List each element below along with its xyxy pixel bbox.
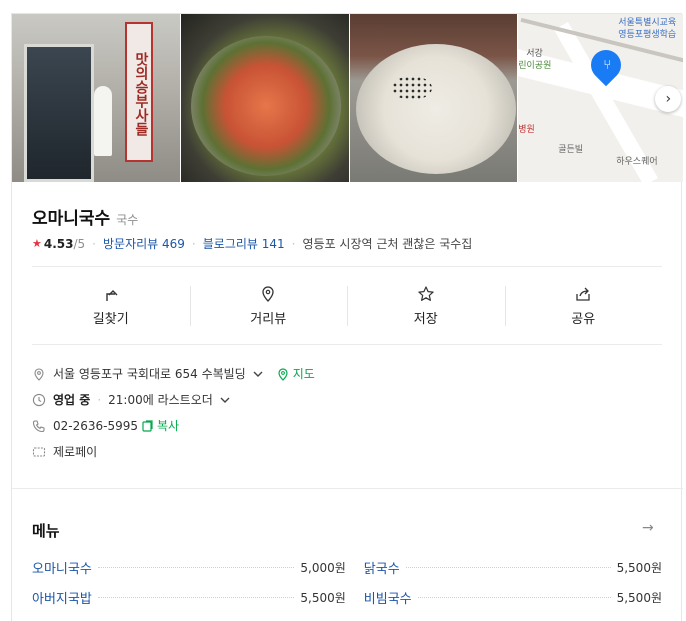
share-icon bbox=[576, 287, 590, 301]
menu-row: 아버지국밥 5,500원 비빔국수 5,500원 bbox=[32, 582, 662, 612]
photo-storefront[interactable]: 맛의승부사들 bbox=[12, 14, 180, 182]
separator-dot: · bbox=[191, 236, 196, 251]
clock-icon bbox=[32, 393, 46, 406]
menu-item-name[interactable]: 비빔국수 bbox=[364, 588, 412, 607]
divider bbox=[32, 344, 662, 345]
separator-dot: · bbox=[92, 236, 96, 251]
menu-item-price: 5,500원 bbox=[300, 590, 346, 605]
map-link[interactable]: 지도 bbox=[293, 365, 315, 382]
menu-list: 오마니국수 5,000원 닭국수 5,500원 아버지국밥 5,500원 비빔국… bbox=[32, 552, 662, 612]
phone-number[interactable]: 02-2636-5995 bbox=[53, 419, 138, 433]
map-label: 하우스퀘어 bbox=[616, 157, 658, 167]
photo-strip: 맛의승부사들 서울특별시교육 영등포평생학습 서강 린이공원 병원 골든빌 하우… bbox=[12, 14, 683, 182]
menu-item-price: 5,500원 bbox=[616, 590, 662, 605]
action-bar: 길찾기 거리뷰 저장 공유 bbox=[32, 282, 662, 327]
address-text[interactable]: 서울 영등포구 국회대로 654 수복빌딩 bbox=[53, 365, 246, 382]
location-icon bbox=[34, 367, 44, 381]
map-pin-icon bbox=[278, 367, 288, 381]
directions-label: 길찾기 bbox=[92, 312, 129, 327]
visitor-reviews-link[interactable]: 방문자리뷰 469 bbox=[103, 235, 185, 252]
place-description: 영등포 시장역 근처 괜찮은 국수집 bbox=[302, 237, 473, 251]
menu-title: 메뉴 bbox=[32, 522, 60, 540]
menu-item[interactable]: 비빔국수 5,500원 bbox=[364, 588, 662, 607]
photo-map-thumbnail[interactable]: 서울특별시교육 영등포평생학습 서강 린이공원 병원 골든빌 하우스퀘어 ⑂ › bbox=[518, 14, 683, 182]
streetview-icon bbox=[262, 286, 274, 302]
leader-line bbox=[97, 566, 295, 568]
blog-reviews-link[interactable]: 블로그리뷰 141 bbox=[203, 235, 285, 252]
star-icon: ★ bbox=[32, 237, 42, 250]
sesame-seeds bbox=[391, 76, 432, 100]
copy-button[interactable]: 복사 bbox=[157, 417, 179, 434]
divider bbox=[32, 266, 662, 267]
menu-item[interactable]: 닭국수 5,500원 bbox=[364, 558, 662, 577]
menu-item-price: 5,000원 bbox=[300, 560, 346, 575]
menu-item-name[interactable]: 오마니국수 bbox=[32, 558, 92, 577]
soup-bowl bbox=[355, 44, 516, 174]
directions-icon bbox=[106, 290, 118, 301]
chevron-down-icon[interactable] bbox=[251, 367, 265, 381]
arrow-right-icon[interactable]: → bbox=[642, 520, 654, 536]
photo-soup-bowl[interactable] bbox=[349, 14, 518, 182]
section-divider bbox=[12, 488, 683, 489]
menu-row: 오마니국수 5,000원 닭국수 5,500원 bbox=[32, 552, 662, 582]
phone-icon bbox=[32, 419, 45, 432]
storefront-figure bbox=[94, 86, 112, 156]
open-status: 영업 중 bbox=[53, 393, 91, 407]
payment-text: 제로페이 bbox=[53, 445, 98, 459]
hours-row: 영업 중 · 21:00에 라스트오더 bbox=[32, 391, 239, 408]
menu-item-price: 5,500원 bbox=[616, 560, 662, 575]
share-label: 공유 bbox=[571, 312, 596, 327]
save-button[interactable]: 저장 bbox=[347, 282, 505, 327]
leader-line bbox=[97, 596, 295, 598]
banner-text: 맛의승부사들 bbox=[133, 52, 149, 136]
star-icon bbox=[418, 286, 434, 301]
storefront-door bbox=[24, 44, 94, 182]
menu-item-name[interactable]: 닭국수 bbox=[364, 558, 400, 577]
menu-item[interactable]: 아버지국밥 5,500원 bbox=[32, 588, 346, 607]
copy-icon[interactable] bbox=[141, 419, 155, 433]
map-label: 영등포평생학습 bbox=[618, 30, 677, 40]
map-label: 린이공원 bbox=[518, 61, 552, 71]
payment-row: 제로페이 bbox=[32, 443, 97, 460]
leader-line bbox=[417, 596, 611, 598]
separator-dot: · bbox=[291, 236, 296, 251]
storefront-banner: 맛의승부사들 bbox=[125, 22, 153, 162]
map-label: 병원 bbox=[518, 125, 535, 135]
rating-value: 4.53 bbox=[43, 236, 74, 251]
leader-line bbox=[405, 566, 611, 568]
address-row: 서울 영등포구 국회대로 654 수복빌딩 지도 bbox=[32, 365, 315, 382]
streetview-label: 거리뷰 bbox=[250, 312, 287, 327]
rating-max: /5 bbox=[73, 236, 86, 251]
place-card: 맛의승부사들 서울특별시교육 영등포평생학습 서강 린이공원 병원 골든빌 하우… bbox=[11, 13, 683, 621]
menu-item[interactable]: 오마니국수 5,000원 bbox=[32, 558, 346, 577]
phone-row: 02-2636-5995 복사 bbox=[32, 417, 179, 434]
place-category: 국수 bbox=[116, 213, 139, 227]
payment-icon bbox=[32, 446, 46, 457]
meta-row: ★ 4.53 /5 · 방문자리뷰 469 · 블로그리뷰 141 · 영등포 … bbox=[32, 235, 472, 252]
separator-dot: · bbox=[97, 392, 102, 407]
directions-button[interactable]: 길찾기 bbox=[32, 282, 190, 327]
place-name: 오마니국수 bbox=[32, 209, 111, 229]
photo-bibim-noodles[interactable] bbox=[180, 14, 349, 182]
menu-item-name[interactable]: 아버지국밥 bbox=[32, 588, 92, 607]
streetview-button[interactable]: 거리뷰 bbox=[189, 282, 348, 327]
restaurant-icon: ⑂ bbox=[603, 58, 612, 73]
noodle-plate bbox=[190, 36, 341, 176]
chevron-down-icon[interactable] bbox=[218, 393, 232, 407]
title-row: 오마니국수 국수 bbox=[32, 204, 138, 229]
share-button[interactable]: 공유 bbox=[504, 282, 663, 327]
hours-text[interactable]: 21:00에 라스트오더 bbox=[108, 391, 213, 408]
map-label: 골든빌 bbox=[558, 145, 584, 155]
save-label: 저장 bbox=[413, 312, 438, 327]
